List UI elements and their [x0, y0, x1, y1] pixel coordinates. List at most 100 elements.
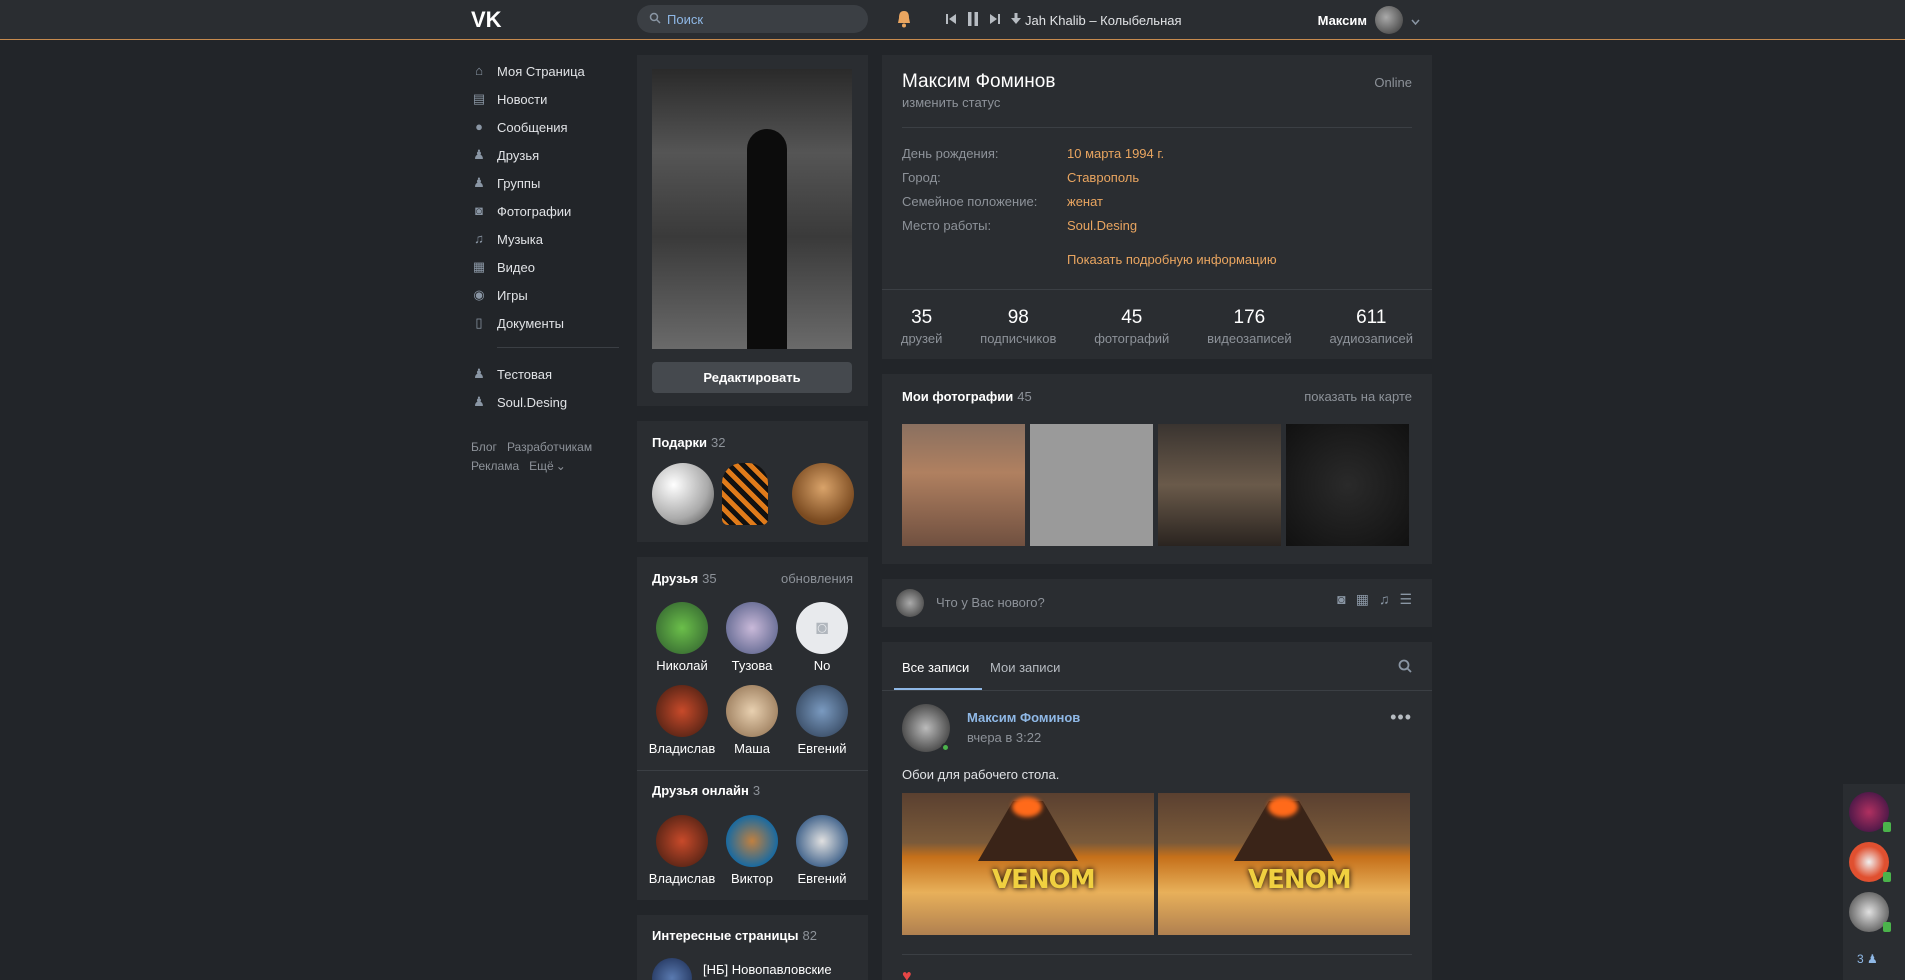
- sidebar-item-documents[interactable]: ▯ Документы: [471, 309, 619, 337]
- counter-friends[interactable]: 35 друзей: [901, 299, 942, 361]
- friend-item[interactable]: Маша: [717, 685, 787, 756]
- sidebar-item-news[interactable]: ▤ Новости: [471, 85, 619, 113]
- friend-name: No: [813, 658, 831, 673]
- photo-thumbnail[interactable]: [1286, 424, 1409, 546]
- friends-title[interactable]: Друзья 35: [652, 571, 717, 586]
- post-image-lava: [1012, 797, 1042, 817]
- search-input[interactable]: Поиск: [637, 5, 868, 33]
- next-track-icon[interactable]: [989, 13, 1001, 28]
- post-composer: Что у Вас нового? ◙ ▦ ♫ ☰: [882, 579, 1432, 627]
- photos-title[interactable]: Мои фотографии 45: [902, 389, 1032, 404]
- info-value[interactable]: женат: [1067, 194, 1103, 209]
- friend-item[interactable]: Владислав: [647, 685, 717, 756]
- friend-item[interactable]: Николай: [647, 602, 717, 673]
- counter-value: 35: [911, 307, 933, 328]
- post-image[interactable]: VENOM: [1158, 793, 1410, 935]
- info-value[interactable]: 10 марта 1994 г.: [1067, 146, 1164, 161]
- tab-my-posts[interactable]: Мои записи: [990, 660, 1060, 675]
- svg-text:VK: VK: [471, 7, 502, 31]
- gift-lion[interactable]: [792, 463, 854, 525]
- info-row-birthday: День рождения: 10 марта 1994 г.: [902, 146, 1164, 161]
- photo-thumbnail[interactable]: [1030, 424, 1153, 546]
- vk-logo[interactable]: VK: [471, 7, 507, 32]
- friend-online-item[interactable]: Владислав: [647, 815, 717, 886]
- edit-profile-button[interactable]: Редактировать: [652, 362, 852, 393]
- divider: [902, 127, 1412, 128]
- sidebar-item-label: Soul.Desing: [497, 394, 568, 410]
- gift-soccer-ball[interactable]: [652, 463, 714, 525]
- more-options-icon[interactable]: •••: [1390, 708, 1412, 726]
- interesting-page-name[interactable]: [НБ] Новопавловские: [703, 962, 832, 977]
- counter-followers[interactable]: 98 подписчиков: [980, 299, 1056, 361]
- user-name: Максим: [1317, 12, 1367, 28]
- sidebar-item-groups[interactable]: ♟ Группы: [471, 169, 619, 197]
- show-on-map-link[interactable]: показать на карте: [1304, 389, 1412, 404]
- friends-online-title[interactable]: Друзья онлайн 3: [652, 783, 760, 798]
- counter-value: 45: [1121, 307, 1143, 328]
- photos-title-text: Мои фотографии: [902, 389, 1014, 404]
- sidebar-item-video[interactable]: ▦ Видео: [471, 253, 619, 281]
- sidebar-item-games[interactable]: ◉ Игры: [471, 281, 619, 309]
- search-placeholder: Поиск: [667, 12, 704, 27]
- friend-name: Тузова: [731, 658, 773, 673]
- download-icon[interactable]: [1011, 12, 1021, 28]
- post-image[interactable]: VENOM: [902, 793, 1154, 935]
- like-icon[interactable]: ♥: [902, 968, 912, 980]
- friends-online-count: 3: [752, 783, 761, 798]
- footer-link-blog[interactable]: Блог: [471, 440, 497, 454]
- show-more-info-link[interactable]: Показать подробную информацию: [1067, 252, 1277, 267]
- sidebar-item-friends[interactable]: ♟ Друзья: [471, 141, 619, 169]
- user-menu[interactable]: Максим: [1318, 6, 1420, 34]
- friend-online-item[interactable]: Виктор: [717, 815, 787, 886]
- search-icon: [649, 12, 661, 27]
- info-value[interactable]: Soul.Desing: [1067, 218, 1137, 233]
- friends-updates-link[interactable]: обновления: [781, 571, 853, 586]
- online-indicator: [1883, 872, 1891, 882]
- post-time[interactable]: вчера в 3:22: [967, 730, 1041, 745]
- photo-thumbnail[interactable]: [902, 424, 1025, 546]
- gift-ribbon[interactable]: [722, 463, 768, 525]
- footer-link-more[interactable]: Ещё: [529, 459, 554, 473]
- video-icon[interactable]: ▦: [1356, 591, 1369, 608]
- search-icon[interactable]: [1398, 659, 1412, 676]
- post-author[interactable]: Максим Фоминов: [967, 710, 1080, 725]
- sidebar-item-music[interactable]: ♫ Музыка: [471, 225, 619, 253]
- footer-link-ads[interactable]: Реклама: [471, 459, 519, 473]
- info-value[interactable]: Ставрополь: [1067, 170, 1139, 185]
- sidebar-item-group-souldesing[interactable]: ♟ Soul.Desing: [471, 388, 619, 416]
- info-label: Семейное положение:: [902, 194, 1038, 209]
- status-edit-link[interactable]: изменить статус: [902, 95, 1000, 110]
- counter-videos[interactable]: 176 видеозаписей: [1207, 299, 1292, 361]
- track-title[interactable]: Jah Khalib – Колыбельная: [1025, 13, 1182, 28]
- friend-online-item[interactable]: Евгений: [787, 815, 857, 886]
- music-icon[interactable]: ♫: [1379, 591, 1390, 608]
- gifts-title[interactable]: Подарки 32: [652, 435, 726, 450]
- sidebar-item-group-test[interactable]: ♟ Тестовая: [471, 360, 619, 388]
- sidebar-item-label: Тестовая: [497, 366, 553, 382]
- photos-block: Мои фотографии 45 показать на карте: [882, 374, 1432, 564]
- pause-icon[interactable]: [967, 11, 979, 29]
- friend-item[interactable]: Евгений: [787, 685, 857, 756]
- counter-photos[interactable]: 45 фотографий: [1094, 299, 1169, 361]
- audio-player: Jah Khalib – Колыбельная: [945, 11, 1182, 29]
- text-format-icon[interactable]: ☰: [1399, 591, 1412, 608]
- online-count[interactable]: 3 ♟: [1857, 952, 1878, 966]
- friend-item[interactable]: ◙ No: [787, 602, 857, 673]
- counter-audios[interactable]: 611 аудиозаписей: [1329, 299, 1413, 361]
- interesting-title[interactable]: Интересные страницы 82: [652, 928, 817, 943]
- sidebar-item-my-page[interactable]: ⌂ Моя Страница: [471, 57, 619, 85]
- photo-thumbnail[interactable]: [1158, 424, 1281, 546]
- prev-track-icon[interactable]: [945, 13, 957, 28]
- footer-link-developers[interactable]: Разработчикам: [507, 440, 592, 454]
- sidebar-item-photos[interactable]: ◙ Фотографии: [471, 197, 619, 225]
- camera-icon: ◙: [475, 203, 483, 218]
- info-label: Место работы:: [902, 218, 992, 233]
- friend-item[interactable]: Тузова: [717, 602, 787, 673]
- profile-photo[interactable]: [652, 69, 852, 349]
- interesting-count: 82: [802, 928, 817, 943]
- bell-icon[interactable]: [896, 10, 912, 31]
- camera-icon[interactable]: ◙: [1337, 591, 1345, 608]
- post-input[interactable]: Что у Вас нового?: [936, 595, 1045, 610]
- sidebar-item-messages[interactable]: ● Сообщения: [471, 113, 619, 141]
- tab-all-posts[interactable]: Все записи: [902, 660, 969, 675]
